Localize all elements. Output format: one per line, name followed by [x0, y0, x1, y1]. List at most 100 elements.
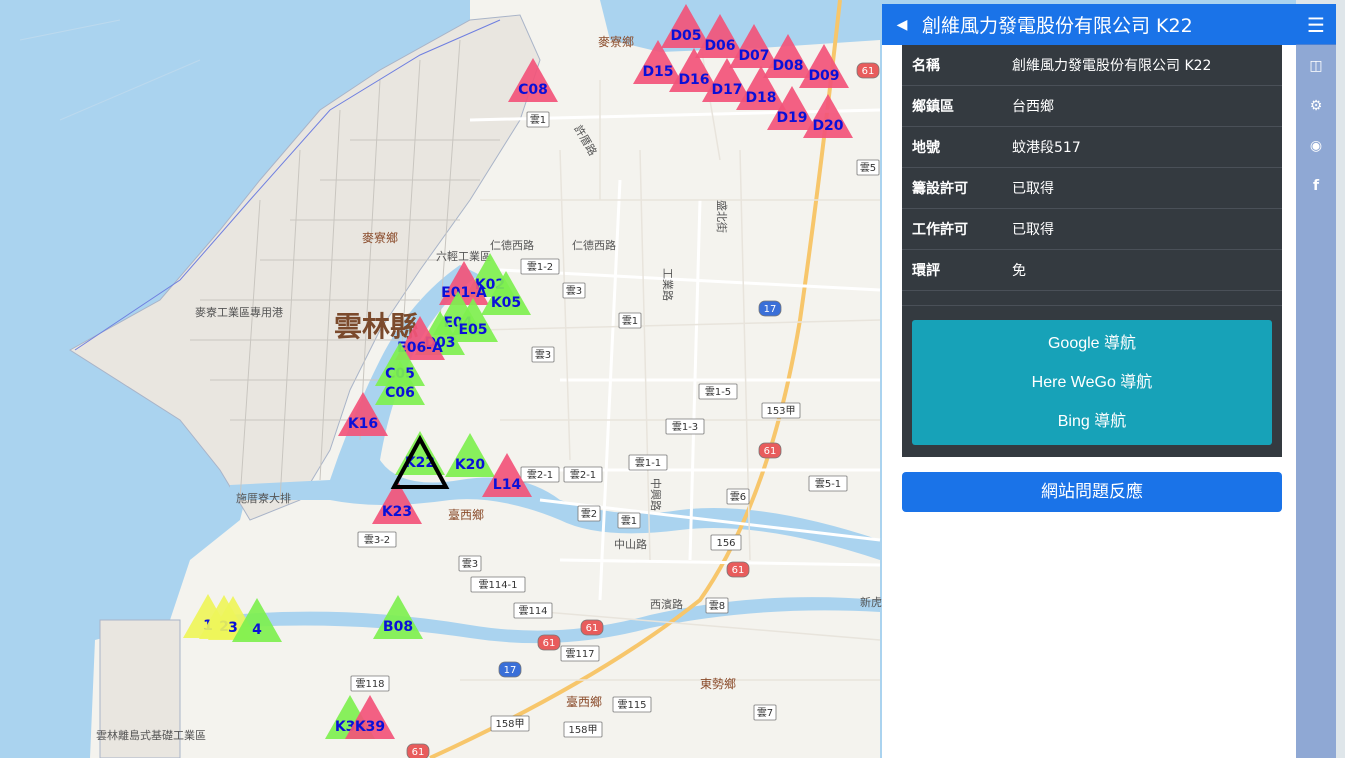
marker-label: 3: [228, 620, 238, 636]
svg-text:61: 61: [732, 565, 745, 576]
info-key: 名稱: [902, 45, 1002, 86]
hamburger-menu-icon[interactable]: ☰: [1296, 13, 1336, 37]
road-shield: 雲8: [705, 597, 729, 614]
road-shield: 雲3: [458, 555, 482, 572]
road-shield: 158甲: [490, 715, 530, 732]
marker-label: L14: [493, 477, 522, 493]
marker-label: E01-A: [441, 285, 487, 301]
info-key: 鄉鎮區: [902, 85, 1002, 127]
info-panel: ◀ 創維風力發電股份有限公司 K22 ☰ 名稱 創維風力發電股份有限公司 K22 鄉…: [882, 4, 1336, 758]
info-row: 環評免: [902, 249, 1282, 291]
marker-label: C08: [518, 82, 548, 98]
navigation-buttons: Google 導航 Here WeGo 導航 Bing 導航: [912, 320, 1272, 445]
marker-label: D20: [812, 118, 843, 134]
highway-shield: 61: [406, 743, 430, 758]
info-row: 籌設許可 已取得: [902, 167, 1282, 209]
svg-text:雲6: 雲6: [730, 491, 746, 503]
place-label: 中山路: [614, 538, 647, 551]
marker-label: B08: [383, 619, 413, 635]
county-label: 雲林縣: [334, 310, 418, 343]
info-key: 籌設許可: [902, 167, 1002, 209]
road-shield: 雲1: [526, 111, 550, 128]
place-label: 新虎: [860, 595, 882, 609]
icon-rail: ◫ ⚙ ◉ f: [1296, 44, 1336, 758]
svg-text:158甲: 158甲: [568, 725, 597, 736]
place-label: 臺西鄉: [448, 507, 484, 522]
svg-text:17: 17: [764, 304, 777, 315]
facebook-icon[interactable]: f: [1296, 178, 1336, 194]
marker-label: C06: [385, 385, 415, 401]
marker-label: K23: [382, 504, 412, 520]
info-card: 名稱 創維風力發電股份有限公司 K22 鄉鎮區 台西鄉 地號 蚊港段517 籌設許可 已取得工…: [902, 45, 1282, 457]
svg-text:61: 61: [586, 623, 599, 634]
road-shield: 雲2: [577, 505, 601, 522]
svg-text:雲1-3: 雲1-3: [672, 421, 698, 433]
panel-title: 創維風力發電股份有限公司 K22: [922, 15, 1193, 37]
svg-text:雲5-1: 雲5-1: [815, 478, 841, 490]
svg-text:雲118: 雲118: [355, 678, 384, 690]
svg-text:61: 61: [764, 446, 777, 457]
svg-text:雲5: 雲5: [860, 162, 876, 174]
marker-label: D08: [772, 58, 803, 74]
highway-shield: 61: [580, 619, 604, 636]
info-row: 名稱 創維風力發電股份有限公司 K22: [902, 45, 1282, 86]
road-shield: 雲2-1: [520, 466, 560, 483]
svg-text:17: 17: [504, 665, 517, 676]
book-icon[interactable]: ◫: [1296, 58, 1336, 74]
info-row: 工作許可 已取得: [902, 208, 1282, 250]
marker-label: D06: [704, 38, 735, 54]
road-shield: 雲6: [726, 488, 750, 505]
info-value: 台西鄉: [1002, 85, 1282, 127]
road-shield: 雲3: [531, 346, 555, 363]
marker-label: K20: [455, 457, 486, 473]
svg-text:雲1-1: 雲1-1: [635, 457, 661, 469]
road-shield: 雲3: [562, 282, 586, 299]
svg-text:雲2: 雲2: [581, 508, 597, 520]
svg-text:61: 61: [862, 66, 875, 77]
highway-shield: 17: [498, 661, 522, 678]
road-shield: 153甲: [761, 402, 801, 419]
caret-left-icon[interactable]: ◀: [882, 17, 922, 33]
road-shield: 雲5: [856, 159, 880, 176]
marker-label: 4: [252, 622, 262, 638]
highway-shield: 61: [537, 634, 561, 651]
marker-label: D19: [776, 110, 807, 126]
marker-label: D16: [678, 72, 709, 88]
github-icon[interactable]: ◉: [1296, 138, 1336, 154]
road-shield: 雲1: [618, 312, 642, 329]
bing-nav-button[interactable]: Bing 導航: [912, 402, 1272, 441]
feedback-button[interactable]: 網站問題反應: [902, 472, 1282, 512]
road-shield: 雲5-1: [808, 475, 848, 492]
highway-shield: 61: [726, 561, 750, 578]
road-shield: 雲2-1: [563, 466, 603, 483]
herewego-nav-button[interactable]: Here WeGo 導航: [912, 363, 1272, 402]
info-value: 已取得: [1002, 208, 1282, 250]
info-key: 環評: [902, 249, 1002, 291]
info-value: 免: [1002, 249, 1282, 291]
place-label: 仁德西路: [490, 238, 534, 252]
place-label: 雲林離島式基礎工業區: [96, 728, 206, 742]
svg-text:158甲: 158甲: [495, 719, 524, 730]
road-shield: 雲1-3: [665, 418, 705, 435]
place-label: 東勢鄉: [700, 676, 736, 691]
info-row: 地號 蚊港段517: [902, 126, 1282, 168]
road-shield: 雲1-1: [628, 454, 668, 471]
highway-shield: 17: [758, 300, 782, 317]
road-shield: 雲1-5: [698, 383, 738, 400]
info-value: 創維風力發電股份有限公司 K22: [1002, 45, 1282, 86]
svg-text:雲114-1: 雲114-1: [478, 579, 517, 591]
svg-text:雲3-2: 雲3-2: [364, 534, 390, 546]
svg-text:雲1: 雲1: [530, 114, 546, 126]
place-label: 西濱路: [650, 597, 683, 611]
road-shield: 雲117: [560, 645, 600, 662]
place-label: 施厝寮大排: [236, 491, 291, 505]
gear-icon[interactable]: ⚙: [1296, 98, 1336, 114]
marker-label: K16: [348, 416, 378, 432]
road-shield: 158甲: [563, 721, 603, 738]
google-nav-button[interactable]: Google 導航: [912, 324, 1272, 363]
svg-text:雲1: 雲1: [621, 515, 637, 527]
marker-label: D15: [642, 64, 673, 80]
marker-label: D07: [738, 48, 769, 64]
info-table: 名稱 創維風力發電股份有限公司 K22 鄉鎮區 台西鄉 地號 蚊港段517 籌設許可 已取得工…: [902, 45, 1282, 291]
svg-text:156: 156: [716, 538, 735, 549]
